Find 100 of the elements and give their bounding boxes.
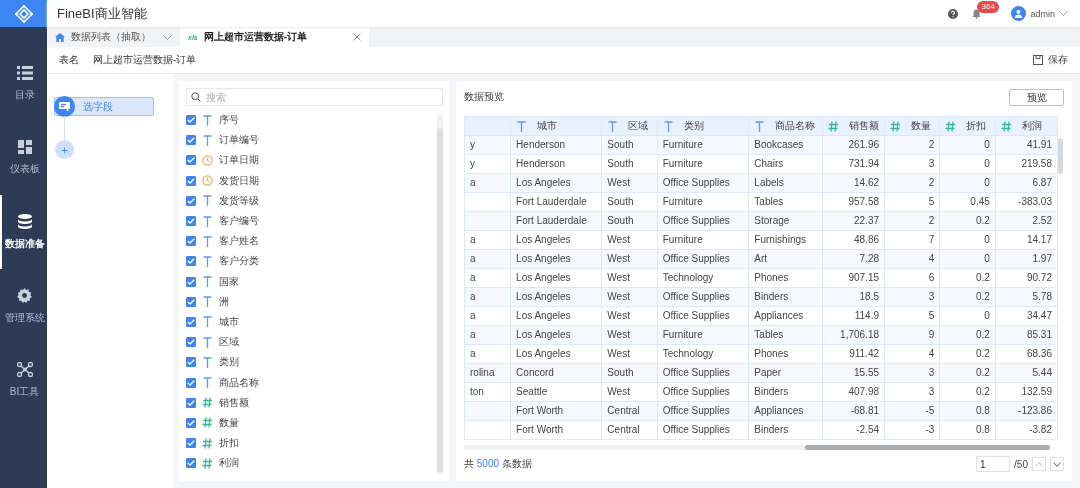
table-cell: Technology	[662, 348, 714, 359]
table-cell: West	[607, 253, 630, 264]
table-cell: 0	[984, 310, 990, 321]
table-cell: 2.52	[1032, 215, 1052, 226]
next-page-button[interactable]	[1050, 457, 1064, 471]
user-name[interactable]: admin	[1030, 8, 1055, 19]
column-header[interactable]: 数量	[884, 116, 940, 136]
avatar-icon[interactable]	[1011, 6, 1027, 21]
table-cell: 22.37	[854, 215, 879, 226]
table-cell: 48.86	[854, 234, 879, 245]
checkbox[interactable]	[186, 155, 196, 166]
checkbox[interactable]	[186, 256, 196, 267]
number-type-icon	[890, 120, 901, 132]
checkbox[interactable]	[186, 296, 196, 307]
field-name: 订单编号	[219, 133, 259, 148]
table-cell: 5.44	[1032, 367, 1052, 378]
home-icon	[55, 32, 65, 42]
table-cell: 14.17	[1026, 234, 1052, 245]
table-cell: Labels	[754, 177, 784, 188]
checkbox[interactable]	[186, 115, 196, 126]
checkbox[interactable]	[186, 438, 196, 449]
checkbox[interactable]	[186, 316, 196, 327]
text-type-icon	[607, 120, 619, 132]
scrollbar[interactable]	[437, 114, 443, 473]
table-cell: 0.8	[975, 405, 990, 416]
chevron-down-icon[interactable]	[1059, 11, 1068, 16]
close-icon[interactable]	[353, 33, 362, 41]
column-header[interactable]: 商品名称	[748, 116, 823, 136]
checkbox[interactable]	[186, 236, 196, 247]
text-type-icon	[202, 235, 213, 247]
checkbox[interactable]	[186, 276, 196, 287]
field-name: 利润	[219, 456, 239, 471]
table-cell: 0.2	[975, 272, 990, 283]
checkbox[interactable]	[186, 397, 196, 408]
table-cell: Binders	[754, 424, 789, 435]
notification-badge: 364	[977, 0, 999, 13]
table-cell: 0	[984, 139, 990, 150]
table-cell: West	[607, 291, 630, 302]
checkbox[interactable]	[186, 458, 196, 469]
checkbox[interactable]	[186, 195, 196, 206]
table-cell: 41.91	[1026, 139, 1052, 150]
checkbox[interactable]	[186, 135, 196, 146]
field-name: 序号	[219, 113, 239, 128]
table-cell: a	[470, 329, 476, 340]
table-cell: 1,706.18	[840, 329, 879, 340]
table-cell: Los Angeles	[516, 291, 571, 302]
column-header[interactable]: 销售额	[822, 116, 885, 136]
number-type-icon	[945, 120, 957, 132]
column-header[interactable]: 区域	[601, 116, 658, 136]
checkbox[interactable]	[186, 377, 196, 388]
nav-item[interactable]: BI工具	[0, 343, 47, 417]
preview-title: 数据预览	[464, 90, 505, 104]
checkbox[interactable]	[186, 417, 196, 428]
checkbox[interactable]	[186, 337, 196, 348]
table-cell: West	[607, 348, 630, 359]
horizontal-scrollbar[interactable]	[464, 445, 1050, 450]
column-header[interactable]: 城市	[510, 116, 602, 136]
table-cell: a	[470, 272, 476, 283]
table-cell: a	[470, 253, 476, 264]
clock-icon	[202, 175, 213, 187]
table-cell: South	[607, 158, 634, 169]
table-cell: Tables	[754, 329, 784, 340]
text-type-icon	[202, 276, 213, 288]
search-field[interactable]: 搜索	[186, 88, 443, 106]
table-cell: Los Angeles	[516, 253, 571, 264]
checkbox[interactable]	[186, 175, 196, 186]
column-header[interactable]: 利润	[995, 116, 1058, 136]
table-cell: -2.54	[856, 424, 879, 435]
table-cell: West	[607, 310, 630, 321]
nav-item[interactable]: 管理系统	[0, 269, 47, 343]
nav-item[interactable]: 目录	[0, 47, 47, 121]
number-type-icon	[202, 397, 213, 409]
table-cell: Office Supplies	[662, 253, 730, 264]
table-cell: 4	[928, 253, 935, 264]
table-cell: Los Angeles	[516, 177, 571, 188]
bell-icon[interactable]	[972, 8, 982, 19]
table-cell: 907.15	[848, 272, 879, 283]
table-cell: Binders	[754, 291, 789, 302]
checkbox[interactable]	[186, 357, 196, 368]
table-cell: Appliances	[754, 405, 804, 416]
table-cell: Los Angeles	[516, 329, 571, 340]
chevron-down-icon[interactable]	[163, 34, 172, 40]
save-button[interactable]: 保存	[1033, 53, 1068, 67]
checkbox[interactable]	[186, 216, 196, 227]
column-header[interactable]: 折扣	[939, 116, 996, 136]
field-name: 国家	[219, 274, 239, 289]
table-cell: Concord	[516, 367, 554, 378]
column-header[interactable]: 类别	[657, 116, 749, 136]
table-cell: 0.2	[975, 348, 990, 359]
page-input[interactable]: 1	[976, 456, 1011, 472]
table-cell: -3.82	[1029, 424, 1052, 435]
help-icon[interactable]	[948, 8, 959, 19]
text-type-icon	[662, 120, 674, 132]
field-name: 客户分类	[219, 254, 259, 269]
logo-icon[interactable]	[14, 4, 33, 23]
preview-button[interactable]: 预览	[1009, 88, 1064, 106]
table-cell: 0.2	[975, 329, 990, 340]
nav-item[interactable]: 仪表板	[0, 121, 47, 195]
table-cell: -3	[925, 424, 935, 435]
dashboard-icon	[17, 140, 32, 154]
